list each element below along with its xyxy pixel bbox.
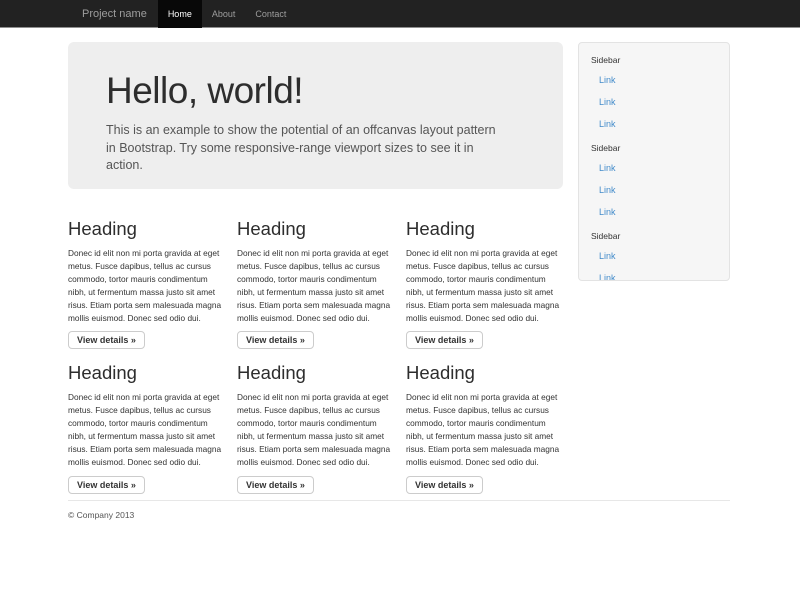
column-text: Donec id elit non mi porta gravida at eg… xyxy=(68,247,225,324)
column-text: Donec id elit non mi porta gravida at eg… xyxy=(237,391,394,468)
content-column: Heading Donec id elit non mi porta gravid… xyxy=(68,207,225,349)
nav-item-about: About xyxy=(202,0,246,28)
content-grid: Heading Donec id elit non mi porta gravid… xyxy=(68,207,563,496)
content-column: Heading Donec id elit non mi porta gravid… xyxy=(68,351,225,493)
sidebar-link[interactable]: Link xyxy=(591,91,717,113)
footer: © Company 2013 xyxy=(68,500,730,520)
navbar-menu: HomeAboutContact xyxy=(158,0,297,28)
sidebar-link[interactable]: Link xyxy=(591,157,717,179)
jumbotron: Hello, world! This is an example to show… xyxy=(68,42,563,189)
content-row: Hello, world! This is an example to show… xyxy=(68,29,730,496)
sidebar-panel: SidebarLinkLinkLinkSidebarLinkLinkLinkSi… xyxy=(578,42,730,281)
sidebar-header: Sidebar xyxy=(591,55,717,65)
sidebar-group: Sidebar LinkLink xyxy=(591,231,717,281)
sidebar-header: Sidebar xyxy=(591,231,717,241)
column-heading: Heading xyxy=(68,219,225,239)
content-column: Heading Donec id elit non mi porta gravid… xyxy=(406,351,563,493)
sidebar-link[interactable]: Link xyxy=(591,69,717,91)
sidebar-link[interactable]: Link xyxy=(591,245,717,267)
column-heading: Heading xyxy=(68,363,225,383)
sidebar-column: SidebarLinkLinkLinkSidebarLinkLinkLinkSi… xyxy=(578,42,730,281)
sidebar-link[interactable]: Link xyxy=(591,201,717,223)
navbar-brand[interactable]: Project name xyxy=(68,0,158,28)
nav-link-home[interactable]: Home xyxy=(158,0,202,28)
view-details-button[interactable]: View details » xyxy=(68,476,145,494)
navbar-container: Project name HomeAboutContact xyxy=(68,0,800,28)
sidebar-group: SidebarLinkLinkLink xyxy=(591,143,717,223)
column-text: Donec id elit non mi porta gravida at eg… xyxy=(68,391,225,468)
content-column: Heading Donec id elit non mi porta gravid… xyxy=(237,351,394,493)
column-heading: Heading xyxy=(237,219,394,239)
column-heading: Heading xyxy=(406,219,563,239)
view-details-button[interactable]: View details » xyxy=(406,331,483,349)
jumbotron-title: Hello, world! xyxy=(106,70,533,112)
main-column: Hello, world! This is an example to show… xyxy=(68,29,563,496)
jumbotron-description: This is an example to show the potential… xyxy=(106,122,498,175)
page-container: Hello, world! This is an example to show… xyxy=(68,29,730,520)
sidebar-link[interactable]: Link xyxy=(591,113,717,135)
nav-link-about[interactable]: About xyxy=(202,0,246,28)
sidebar-header: Sidebar xyxy=(591,143,717,153)
view-details-button[interactable]: View details » xyxy=(237,331,314,349)
sidebar-group: SidebarLinkLinkLink xyxy=(591,55,717,135)
column-text: Donec id elit non mi porta gravida at eg… xyxy=(406,391,563,468)
column-heading: Heading xyxy=(237,363,394,383)
nav-item-home: Home xyxy=(158,0,202,28)
view-details-button[interactable]: View details » xyxy=(406,476,483,494)
column-text: Donec id elit non mi porta gravida at eg… xyxy=(237,247,394,324)
nav-item-contact: Contact xyxy=(245,0,296,28)
nav-link-contact[interactable]: Contact xyxy=(245,0,296,28)
column-heading: Heading xyxy=(406,363,563,383)
column-text: Donec id elit non mi porta gravida at eg… xyxy=(406,247,563,324)
content-column: Heading Donec id elit non mi porta gravid… xyxy=(237,207,394,349)
navbar: Project name HomeAboutContact xyxy=(0,0,800,28)
sidebar-link[interactable]: Link xyxy=(591,179,717,201)
view-details-button[interactable]: View details » xyxy=(237,476,314,494)
copyright-text: © Company 2013 xyxy=(68,510,730,520)
content-column: Heading Donec id elit non mi porta gravid… xyxy=(406,207,563,349)
footer-divider xyxy=(68,500,730,501)
sidebar-link[interactable]: Link xyxy=(591,267,717,281)
view-details-button[interactable]: View details » xyxy=(68,331,145,349)
